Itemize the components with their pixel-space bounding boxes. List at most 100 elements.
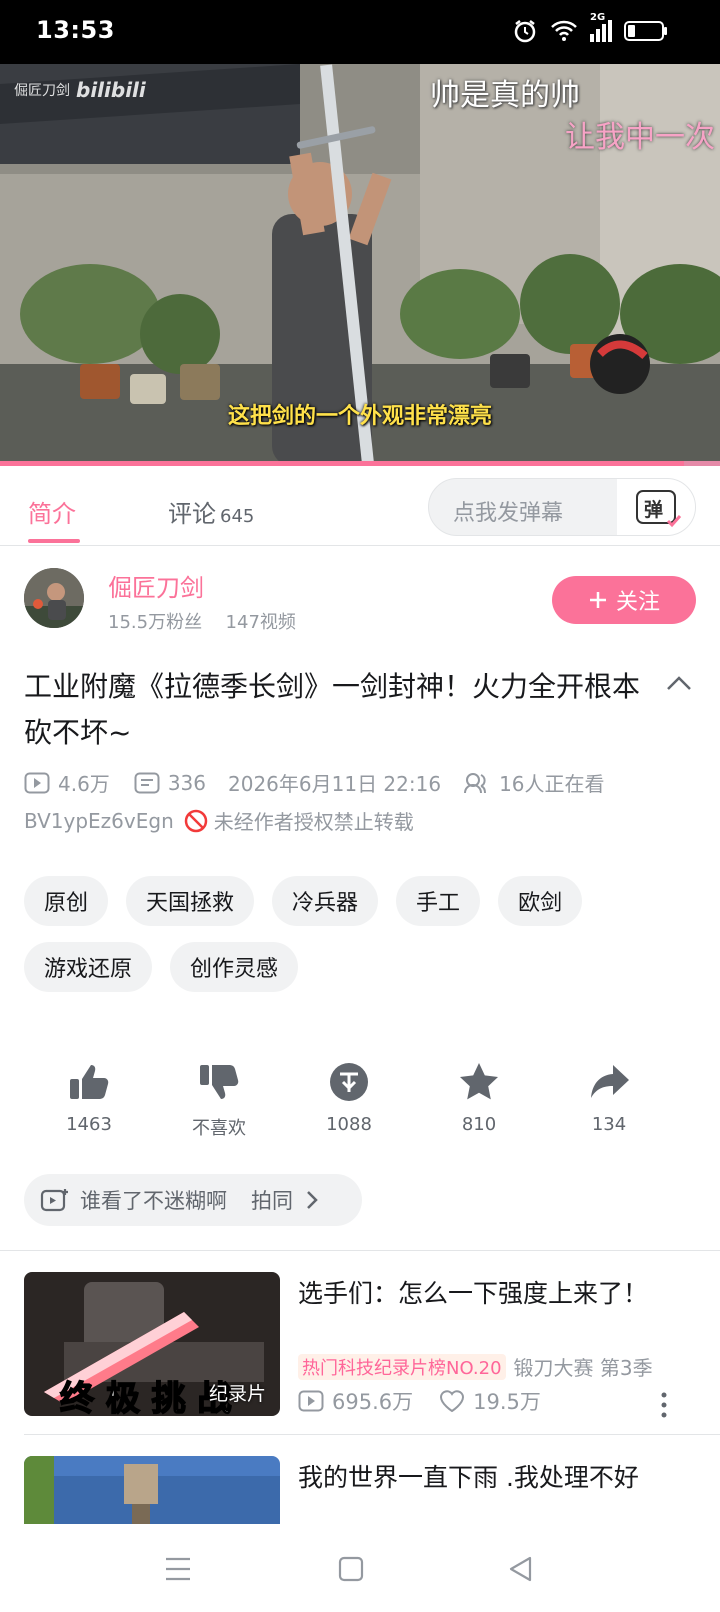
related-notes-pill[interactable]: 谁看了不迷糊啊 拍同 — [24, 1174, 362, 1226]
play-count-icon — [24, 772, 50, 793]
series-name: 锻刀大赛 第3季 — [513, 1356, 653, 1380]
home-icon[interactable] — [338, 1556, 364, 1582]
video-stats: 4.6万 336 2026年6月11日 22:16 16人正在看 — [24, 768, 704, 797]
list-divider — [24, 1434, 720, 1435]
wifi-icon — [551, 20, 577, 41]
recommended-views: 695.6万 — [332, 1390, 414, 1414]
thumbs-down-icon — [200, 1065, 239, 1099]
alarm-icon — [514, 20, 536, 43]
notes-extra: 拍同 — [251, 1189, 293, 1213]
forbidden-icon — [184, 809, 207, 832]
danmaku-count-icon — [134, 772, 160, 793]
danmaku-input-placeholder: 点我发弹幕 — [453, 501, 564, 526]
uploader-avatar[interactable] — [24, 568, 84, 628]
tag-item[interactable]: 欧剑 — [498, 876, 583, 926]
tag-item[interactable]: 冷兵器 — [272, 876, 379, 926]
play-count: 4.6万 — [58, 772, 110, 796]
menu-icon[interactable] — [164, 1556, 192, 1582]
watermark-name: 倔匠刀剑 — [14, 83, 70, 99]
recommended-title: 我的世界一直下雨 .我处理不好 — [298, 1463, 639, 1492]
uploader-name[interactable]: 倔匠刀剑 — [108, 568, 204, 603]
video-title: 工业附魔《拉德季长剑》一剑封神！火力全开根本砍不坏~ — [24, 670, 641, 749]
tab-comments[interactable]: 评论 645 — [168, 494, 254, 529]
status-time: 13:53 — [36, 16, 115, 44]
tab-active-indicator — [28, 539, 80, 543]
tab-comments-label: 评论 — [168, 500, 216, 528]
recommended-likes: 19.5万 — [473, 1390, 541, 1414]
action-bar: 1463 不喜欢 1088 810 134 — [24, 1060, 704, 1160]
dislike-label: 不喜欢 — [192, 1118, 246, 1139]
danmaku-input[interactable]: 点我发弹幕 弹 — [428, 478, 696, 536]
viewers-icon — [464, 772, 487, 793]
coin-icon — [330, 1063, 368, 1101]
recommended-title: 选手们：怎么一下强度上来了！ — [298, 1279, 649, 1308]
uploader-card: 倔匠刀剑 15.5万粉丝 147视频 关注 — [24, 568, 696, 633]
tag-item[interactable]: 创作灵感 — [170, 942, 299, 992]
recommended-thumbnail[interactable] — [24, 1456, 280, 1524]
uploader-meta: 15.5万粉丝 147视频 — [108, 608, 296, 634]
like-button[interactable]: 1463 — [44, 1060, 134, 1135]
follow-label: 关注 — [615, 590, 660, 615]
danmaku-count: 336 — [167, 770, 206, 795]
danmaku-icon-char: 弹 — [644, 499, 664, 521]
share-arrow-icon — [591, 1065, 629, 1098]
share-button[interactable]: 134 — [564, 1060, 654, 1135]
play-count-icon — [298, 1390, 324, 1412]
recommended-video[interactable]: 我的世界一直下雨 .我处理不好 — [24, 1456, 696, 1524]
recommended-stats: 695.6万 19.5万 — [298, 1386, 541, 1416]
video-subtitle: 这把剑的一个外观非常漂亮 — [227, 404, 492, 429]
comments-count: 645 — [220, 506, 255, 527]
recommended-video[interactable]: 终 极 挑 战 纪录片 选手们：怎么一下强度上来了！ 热门科技纪录片榜NO.20… — [24, 1272, 696, 1418]
thumbnail-category-tag: 纪录片 — [208, 1383, 266, 1405]
chevron-right-icon — [307, 1191, 318, 1209]
video-watermark: 倔匠刀剑 bilibili — [14, 78, 146, 102]
danmaku-tv-icon: 弹 — [636, 490, 682, 528]
coin-count: 1088 — [326, 1114, 372, 1135]
follow-button[interactable]: 关注 — [552, 576, 696, 624]
danmaku-comment: 让我中一次 — [565, 120, 715, 155]
battery-icon — [624, 21, 667, 41]
video-player[interactable]: 倔匠刀剑 bilibili 帅是真的帅 让我中一次 这把剑的一个外观非常漂亮 — [0, 64, 720, 466]
video-count: 147视频 — [225, 612, 296, 633]
bvid[interactable]: BV1ypEz6vEgn — [24, 809, 174, 833]
bilibili-logo: bilibili — [76, 78, 146, 102]
more-options-icon[interactable] — [660, 1392, 668, 1418]
favorite-button[interactable]: 810 — [434, 1060, 524, 1135]
dislike-button[interactable]: 不喜欢 — [174, 1060, 264, 1140]
star-icon — [460, 1063, 498, 1100]
thumbs-up-icon — [70, 1065, 109, 1099]
rank-badge: 热门科技纪录片榜NO.20 — [298, 1353, 506, 1380]
recommended-thumbnail[interactable]: 终 极 挑 战 纪录片 — [24, 1272, 280, 1416]
bvid-line: BV1ypEz6vEgn 未经作者授权禁止转载 — [24, 806, 414, 835]
video-plus-icon — [40, 1189, 68, 1212]
signal-icon: 2G — [590, 12, 612, 42]
tag-list: 原创 天国拯救 冷兵器 手工 欧剑 游戏还原 创作灵感 — [24, 876, 696, 992]
favorite-count: 810 — [461, 1114, 497, 1135]
tag-item[interactable]: 原创 — [24, 876, 109, 926]
back-icon[interactable] — [508, 1556, 534, 1582]
network-type: 2G — [590, 12, 606, 23]
chevron-up-icon[interactable] — [666, 674, 692, 692]
danmaku-comment: 帅是真的帅 — [430, 78, 580, 113]
system-nav-bar — [0, 1524, 720, 1612]
publish-date: 2026年6月11日 22:16 — [228, 772, 442, 796]
recommended-meta: 热门科技纪录片榜NO.20 锻刀大赛 第3季 — [298, 1352, 653, 1381]
detail-tabs: 简介 评论 645 点我发弹幕 弹 — [0, 466, 720, 546]
watching-count: 16人正在看 — [499, 772, 605, 796]
fans-count: 15.5万粉丝 — [108, 612, 203, 633]
no-repost-notice: 未经作者授权禁止转载 — [213, 810, 414, 834]
danmaku-toggle-button[interactable]: 弹 — [617, 479, 695, 535]
status-bar: 13:53 2G — [0, 0, 720, 64]
status-icons: 2G — [512, 12, 668, 44]
heart-icon — [440, 1390, 465, 1413]
share-count: 134 — [591, 1114, 627, 1135]
tab-intro[interactable]: 简介 — [28, 494, 76, 529]
tag-item[interactable]: 手工 — [396, 876, 481, 926]
tag-item[interactable]: 天国拯救 — [126, 876, 255, 926]
plus-icon — [589, 592, 606, 608]
coin-button[interactable]: 1088 — [304, 1060, 394, 1135]
like-count: 1463 — [66, 1114, 112, 1135]
notes-text: 谁看了不迷糊啊 — [80, 1189, 227, 1213]
tag-item[interactable]: 游戏还原 — [24, 942, 153, 992]
section-divider — [0, 1250, 720, 1251]
